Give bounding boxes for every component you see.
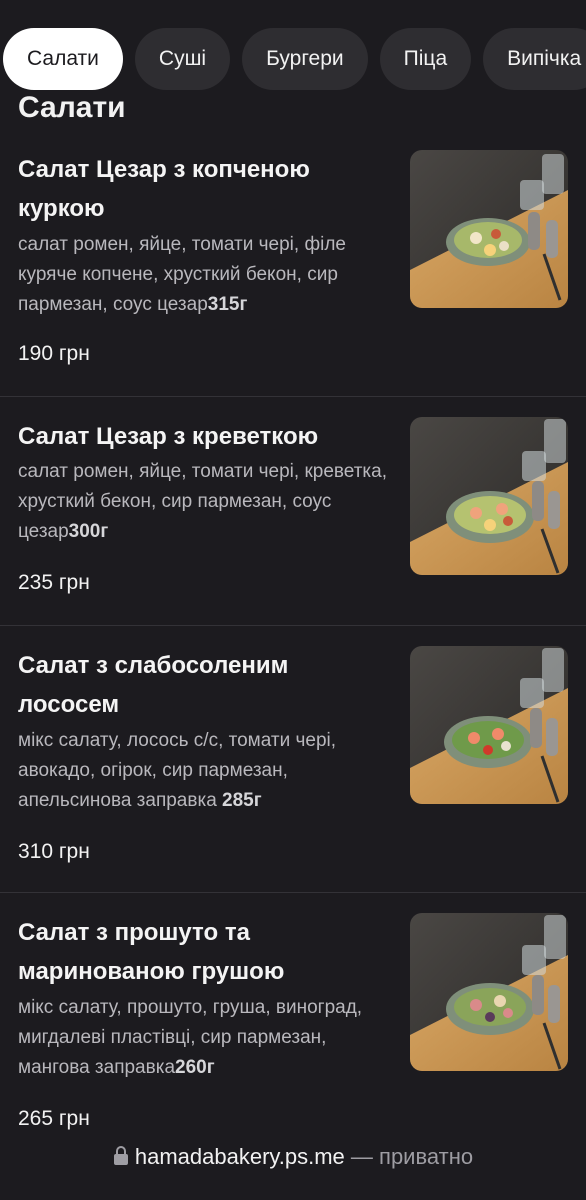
address-privacy-label: приватно xyxy=(379,1144,474,1169)
address-domain: hamadabakery.ps.me xyxy=(134,1144,345,1169)
item-photo[interactable] xyxy=(410,150,568,308)
item-weight: 285г xyxy=(222,790,262,811)
item-photo[interactable] xyxy=(410,646,568,804)
tab-pizza[interactable]: Піца xyxy=(379,28,472,90)
item-description: мікс салату, лосось с/с, томати чері, ав… xyxy=(18,726,398,816)
item-weight: 315г xyxy=(207,294,248,315)
menu-item[interactable]: Салат з прошуто та маринованою грушою мі… xyxy=(0,893,586,1160)
lock-icon xyxy=(113,1146,128,1165)
item-description-text: салат ромен, яйце, томати чері, філе кур… xyxy=(18,234,346,315)
address-separator: — xyxy=(344,1144,380,1169)
tab-bakery[interactable]: Випічка xyxy=(483,28,586,90)
item-name: Салат Цезар з креветкою xyxy=(18,423,319,450)
salad-photo xyxy=(410,150,568,308)
item-price: 265 грн xyxy=(18,1107,90,1130)
menu-item[interactable]: Салат Цезар з креветкою салат ромен, яйц… xyxy=(0,397,586,626)
item-price: 235 грн xyxy=(18,571,90,594)
item-description: салат ромен, яйце, томати чері, філе кур… xyxy=(18,230,398,320)
item-name: Салат з прошуто та маринованою грушою xyxy=(18,919,285,985)
item-weight: 260г xyxy=(175,1057,215,1078)
salad-photo xyxy=(410,417,568,575)
item-price: 190 грн xyxy=(18,342,90,365)
item-description: салат ромен, яйце, томати чері, креветка… xyxy=(18,457,398,547)
item-description: мікс салату, прошуто, груша, виноград, м… xyxy=(18,993,398,1083)
tab-sushi[interactable]: Суші xyxy=(134,28,231,90)
item-photo[interactable] xyxy=(410,913,568,1071)
item-price: 310 грн xyxy=(18,840,90,863)
tab-burgers[interactable]: Бургери xyxy=(242,28,368,90)
item-name: Салат Цезар з копченою куркою xyxy=(18,156,310,222)
salad-photo xyxy=(410,913,568,1071)
menu-list: Салат Цезар з копченою куркою салат роме… xyxy=(0,130,586,1160)
item-description-text: мікс салату, лосось с/с, томати чері, ав… xyxy=(18,730,337,811)
category-tabs: Салати Суші Бургери Піца Випічка xyxy=(0,28,586,90)
item-photo[interactable] xyxy=(410,417,568,575)
menu-item[interactable]: Салат з слабосоленим лососем мікс салату… xyxy=(0,626,586,893)
tab-salads[interactable]: Салати xyxy=(3,28,123,90)
salad-photo xyxy=(410,646,568,804)
address-url[interactable]: hamadabakery.ps.me — приватно xyxy=(0,1144,586,1170)
item-name: Салат з слабосоленим лососем xyxy=(18,652,289,718)
item-weight: 300г xyxy=(68,521,109,542)
menu-item[interactable]: Салат Цезар з копченою куркою салат роме… xyxy=(0,130,586,397)
section-title: Салати xyxy=(18,91,126,124)
browser-address-bar[interactable]: hamadabakery.ps.me — приватно xyxy=(0,1130,586,1200)
